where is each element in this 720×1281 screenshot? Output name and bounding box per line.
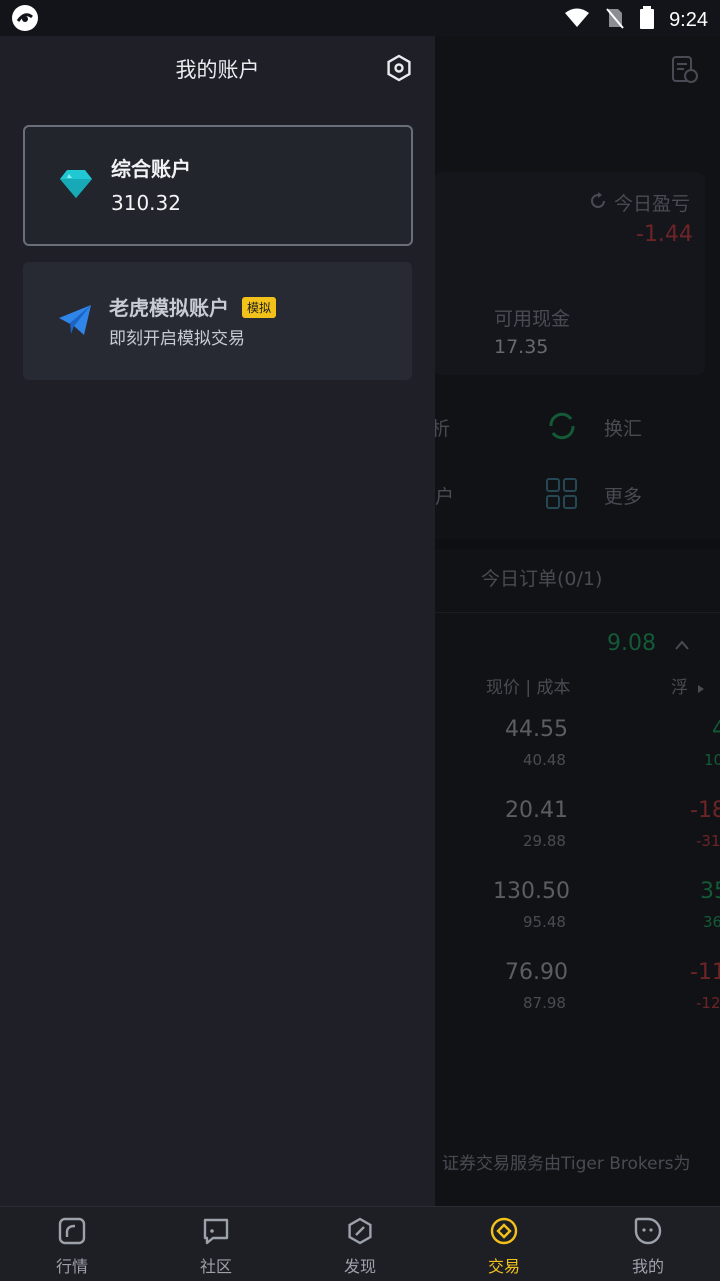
nav-label: 发现 (343, 1257, 376, 1276)
app-logo-icon (12, 5, 38, 31)
nav-trade[interactable]: 交易 (432, 1207, 576, 1281)
discover-icon (346, 1217, 374, 1249)
simulated-badge: 模拟 (242, 297, 277, 318)
nav-profile[interactable]: 我的 (576, 1207, 720, 1281)
drawer-title: 我的账户 (175, 58, 260, 82)
nav-label: 我的 (631, 1257, 664, 1276)
profile-icon (634, 1217, 662, 1249)
nav-label: 行情 (55, 1257, 88, 1276)
trade-icon (490, 1217, 518, 1249)
market-icon (58, 1217, 86, 1249)
status-time: 9:24 (669, 8, 708, 31)
no-sim-icon (605, 7, 625, 33)
diamond-icon (59, 169, 93, 203)
nav-label: 社区 (199, 1257, 232, 1276)
settings-icon[interactable] (385, 54, 413, 82)
account-card-integrated[interactable]: 综合账户 310.32 (23, 125, 413, 246)
account-drawer: 我的账户 综合账户 310.32 老虎模拟账户 模拟 即刻开启模拟交易 (0, 36, 435, 1206)
nav-label: 交易 (487, 1257, 520, 1276)
account-value: 310.32 (111, 191, 181, 215)
bottom-nav: 行情 社区 发现 交易 我的 (0, 1206, 720, 1281)
battery-icon (639, 6, 655, 34)
nav-discover[interactable]: 发现 (288, 1207, 432, 1281)
account-card-simulated[interactable]: 老虎模拟账户 模拟 即刻开启模拟交易 (23, 262, 412, 380)
status-bar: 9:24 (0, 0, 720, 36)
account-name: 老虎模拟账户 (109, 296, 229, 320)
nav-community[interactable]: 社区 (144, 1207, 288, 1281)
community-icon (202, 1217, 230, 1249)
account-name: 综合账户 (111, 157, 191, 181)
nav-market[interactable]: 行情 (0, 1207, 144, 1281)
paper-plane-icon (58, 304, 92, 340)
wifi-icon (563, 7, 591, 33)
account-subtitle: 即刻开启模拟交易 (109, 329, 245, 349)
